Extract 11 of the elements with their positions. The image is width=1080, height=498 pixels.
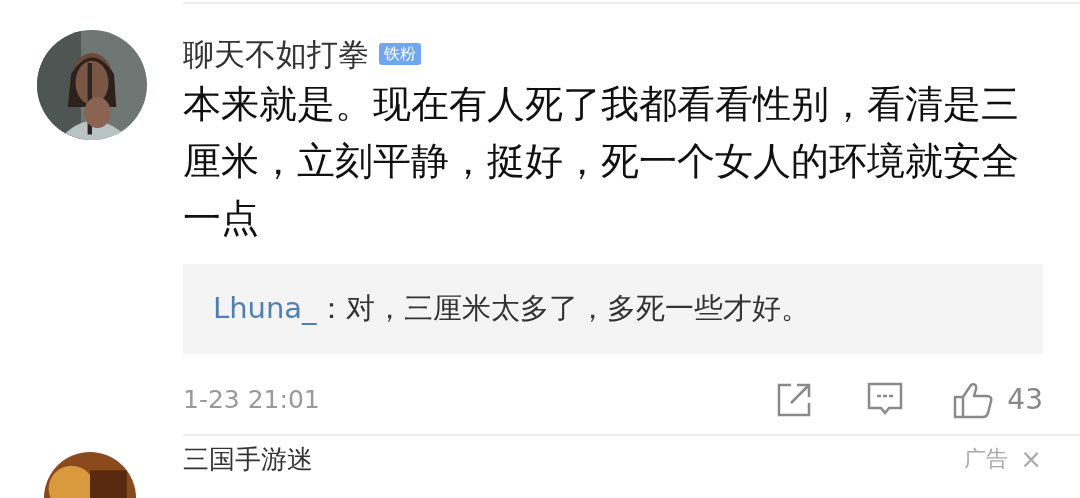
like-count: 43 (1007, 382, 1043, 418)
timestamp: 1-23 21:01 (183, 384, 321, 417)
username[interactable]: 三国手游迷 (183, 444, 965, 474)
comment-text: 本来就是。现在有人死了我都看看性别，看清是三厘米，立刻平静，挺好，死一个女人的环境就安全一点 (183, 81, 1020, 242)
reply-box[interactable]: Lhuna_：对，三厘米太多了，多死一些才好。 (183, 264, 1043, 354)
ad-label: 广告 (964, 445, 1009, 473)
reply-username[interactable]: Lhuna_ (213, 291, 317, 326)
reply-text: Lhuna_：对，三厘米太多了，多死一些才好。 (213, 290, 810, 328)
username[interactable]: 聊天不如打拳 (183, 34, 369, 74)
fan-badge: 铁粉 (379, 43, 421, 65)
thumbs-up-icon[interactable] (953, 381, 994, 419)
